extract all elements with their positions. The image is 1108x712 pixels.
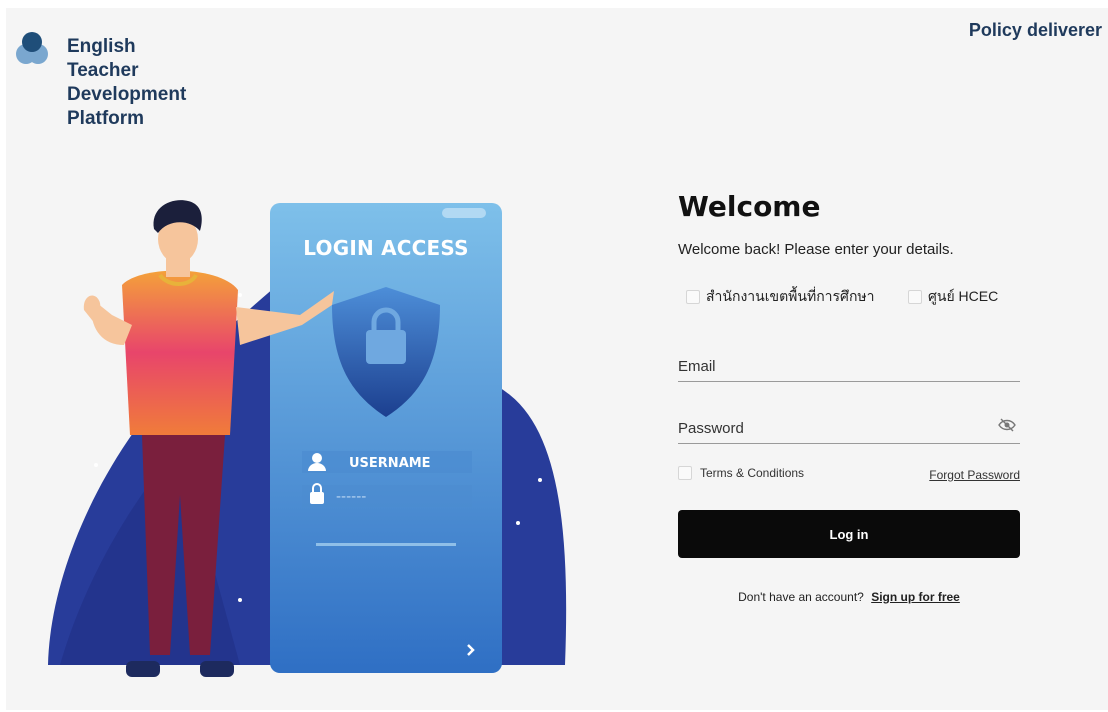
option-label-hcec-center: ศูนย์ HCEC xyxy=(928,288,999,304)
password-field-wrapper xyxy=(678,414,1020,444)
signup-prompt: Don't have an account? xyxy=(738,590,864,604)
welcome-title: Welcome xyxy=(678,190,821,223)
login-form: Welcome Welcome back! Please enter your … xyxy=(678,190,1020,604)
login-illustration: ------ xyxy=(48,200,567,677)
checkbox-education-area-office[interactable] xyxy=(686,290,700,304)
terms-checkbox-row[interactable]: Terms & Conditions xyxy=(678,466,804,480)
terms-label: Terms & Conditions xyxy=(700,466,805,480)
user-icon xyxy=(312,453,322,463)
logo-icon xyxy=(16,32,48,64)
email-field-wrapper xyxy=(678,352,1020,382)
lock-icon xyxy=(310,492,324,504)
eye-off-icon[interactable] xyxy=(998,418,1016,432)
login-button[interactable]: Log in xyxy=(678,510,1020,558)
password-field[interactable] xyxy=(678,414,1020,442)
email-field[interactable] xyxy=(678,352,1020,380)
checkbox-hcec-center[interactable] xyxy=(908,290,922,304)
terms-checkbox[interactable] xyxy=(678,466,692,480)
option-label-education-area-office: สำนักงานเขตพื้นที่การศึกษา xyxy=(706,288,875,304)
signup-row: Don't have an account? Sign up for free xyxy=(678,590,1020,604)
option-education-area-office[interactable]: สำนักงานเขตพื้นที่การศึกษา xyxy=(686,286,875,308)
brand-name: English Teacher Development Platform xyxy=(67,36,187,129)
role-label: Policy deliverer xyxy=(968,20,1102,40)
illustration-title: LOGIN ACCESS xyxy=(303,236,469,260)
option-hcec-center[interactable]: ศูนย์ HCEC xyxy=(908,286,998,308)
illustration-username-label: USERNAME xyxy=(349,456,431,471)
welcome-subtitle: Welcome back! Please enter your details. xyxy=(678,241,954,258)
password-mask: ------ xyxy=(336,489,366,505)
forgot-password-link[interactable]: Forgot Password xyxy=(929,468,1020,482)
signup-link[interactable]: Sign up for free xyxy=(871,590,960,604)
